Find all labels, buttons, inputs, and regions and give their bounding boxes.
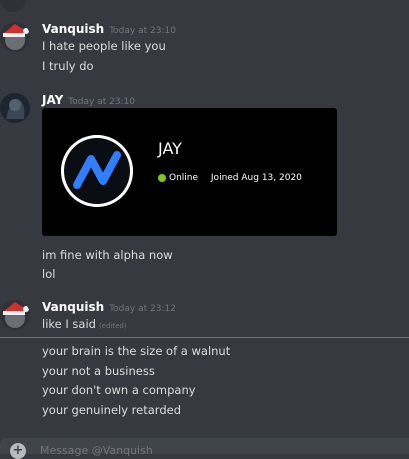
new-messages-divider: [0, 337, 409, 338]
profile-card[interactable]: JAY Online Joined Aug 13, 2020: [42, 108, 337, 236]
message-text: I truly do: [42, 59, 94, 73]
card-status: Online Joined Aug 13, 2020: [158, 173, 302, 183]
username-text[interactable]: JAY: [42, 93, 63, 107]
online-status-icon: [158, 173, 166, 182]
card-avatar: [61, 135, 133, 207]
avatar-vanquish[interactable]: [0, 22, 30, 52]
message-text: like I said (edited): [42, 317, 127, 331]
message-text: your brain is the size of a walnut: [42, 344, 231, 358]
username[interactable]: Vanquish Today at 23:10: [42, 22, 176, 36]
username[interactable]: JAY Today at 23:10: [42, 93, 135, 107]
avatar-vanquish[interactable]: [0, 300, 30, 330]
card-name: JAY: [158, 139, 182, 158]
username-text[interactable]: Vanquish: [42, 22, 104, 36]
avatar-jay[interactable]: [0, 93, 30, 123]
timestamp: Today at 23:12: [109, 304, 176, 314]
n-logo-icon: [61, 135, 133, 207]
timestamp: Today at 23:10: [68, 97, 136, 107]
message-text: I hate people like you: [42, 39, 166, 53]
timestamp: Today at 23:10: [109, 26, 176, 36]
username-text[interactable]: Vanquish: [42, 300, 104, 314]
plus-circle-icon[interactable]: +: [10, 443, 26, 459]
message-text: your not a business: [42, 364, 155, 378]
message-text: im fine with alpha now: [42, 248, 173, 262]
message-composer: +: [0, 438, 409, 459]
message-text: your don't own a company: [42, 383, 196, 397]
message-text: your genuinely retarded: [42, 403, 181, 417]
message-input[interactable]: [40, 443, 370, 457]
joined-date: Joined Aug 13, 2020: [210, 173, 302, 183]
edited-label: (edited): [98, 322, 127, 330]
message-text: lol: [42, 267, 56, 281]
avatar-partial: [0, 0, 26, 12]
message-text-content: like I said: [42, 317, 96, 331]
status-text: Online: [169, 173, 199, 183]
username[interactable]: Vanquish Today at 23:12: [42, 300, 176, 314]
